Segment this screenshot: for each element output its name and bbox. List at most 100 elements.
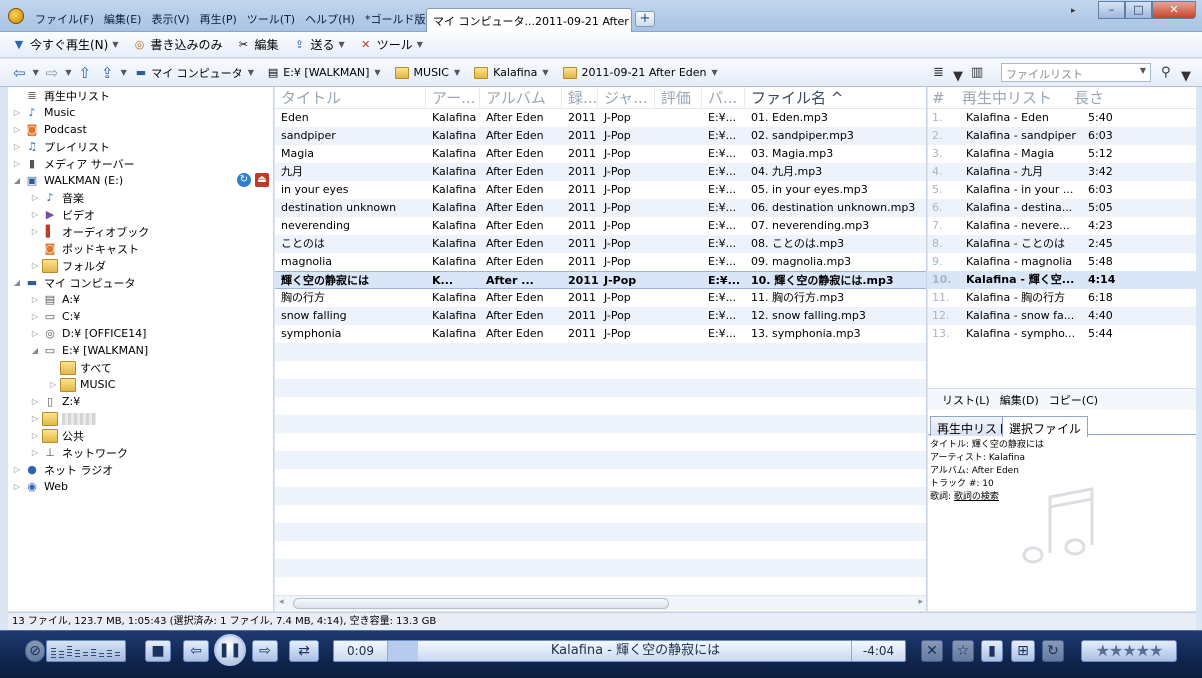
play-now-button[interactable]: ▼ 今すぐ再生(N) ▼ [8, 34, 123, 55]
horizontal-scrollbar[interactable]: ◂ ▸ [275, 595, 926, 610]
expand-toggle-icon[interactable]: ▷ [12, 482, 22, 491]
expand-toggle-icon[interactable]: ▷ [12, 159, 22, 168]
table-row[interactable]: in your eyes Kalafina After Eden 2011 J-Pop E… [275, 181, 926, 199]
minimize-button[interactable]: – [1098, 1, 1125, 19]
expand-toggle-icon[interactable]: ▷ [30, 329, 40, 338]
tree-item[interactable]: ▷ ▶ ビデオ [8, 206, 273, 223]
now-playing-item[interactable]: 3. Kalafina - Magia 5:12 [928, 145, 1196, 163]
column-header[interactable]: ファイル名 ^ [745, 87, 926, 109]
tree-item[interactable]: ▷ ◙ Podcast [8, 121, 273, 138]
chevron-down-icon[interactable]: ▼ [121, 68, 127, 77]
column-now-playing[interactable]: 再生中リスト [958, 87, 1052, 109]
tree-item[interactable]: ◙ ポッドキャスト [8, 240, 273, 257]
expand-toggle-icon[interactable]: ▷ [30, 414, 40, 423]
sync-icon[interactable]: ↻ [237, 173, 251, 187]
expand-toggle-icon[interactable]: ▷ [30, 448, 40, 457]
tree-item[interactable]: ▷ ▮ メディア サーバー [8, 155, 273, 172]
breadcrumb-kalafina[interactable]: Kalafina ▼ [469, 64, 553, 81]
scroll-right-icon[interactable]: ▸ [918, 597, 923, 607]
column-header[interactable]: アー... [426, 87, 480, 109]
table-row[interactable]: 輝く空の静寂には K... After ... 2011 J-Pop E:¥... 10. … [275, 271, 926, 289]
now-playing-item[interactable]: 4. Kalafina - 九月 3:42 [928, 163, 1196, 181]
panes-view-icon[interactable]: ▥ [971, 65, 983, 80]
tree-item[interactable]: ▷ ▭ C:¥ [8, 308, 273, 325]
now-playing-item[interactable]: 2. Kalafina - sandpiper 6:03 [928, 127, 1196, 145]
tree-item[interactable]: ▷ ⊥ ネットワーク [8, 444, 273, 461]
expand-toggle-icon[interactable]: ▷ [30, 431, 40, 440]
edit-menu[interactable]: 編集(D) [1000, 392, 1039, 408]
stop-button[interactable]: ■ [145, 640, 171, 662]
chevron-down-icon[interactable]: ▼ [1181, 69, 1191, 84]
now-playing-item[interactable]: 11. Kalafina - 胸の行方 6:18 [928, 289, 1196, 307]
tree-item[interactable]: ▷ ♪ 音楽 [8, 189, 273, 206]
expand-toggle-icon[interactable]: ▷ [12, 465, 22, 474]
expand-toggle-icon[interactable]: ▷ [30, 210, 40, 219]
table-row[interactable]: Eden Kalafina After Eden 2011 J-Pop E:¥... 01.… [275, 109, 926, 127]
tree-item[interactable]: すべて [8, 359, 273, 376]
breadcrumb-album[interactable]: 2011-09-21 After Eden ▼ [558, 64, 723, 81]
expand-toggle-icon[interactable]: ▷ [48, 380, 58, 389]
tree-item[interactable]: ◢ ▣ WALKMAN (E:) ↻ ⏏ [8, 172, 273, 189]
now-playing-item[interactable]: 12. Kalafina - snow fa... 4:40 [928, 307, 1196, 325]
forward-arrow-icon[interactable]: ⇨ [43, 64, 62, 82]
scroll-thumb[interactable] [293, 598, 669, 609]
app-logo-icon[interactable] [8, 8, 24, 24]
expand-toggle-icon[interactable]: ▷ [30, 295, 40, 304]
next-button[interactable]: ⇨ [252, 640, 278, 662]
burn-button[interactable]: ◎ 書き込みのみ [129, 34, 227, 55]
rating-stars[interactable]: ★★★★★ [1081, 640, 1177, 662]
tree-item[interactable]: ▷ フォルダ [8, 257, 273, 274]
now-playing-item[interactable]: 1. Kalafina - Eden 5:40 [928, 109, 1196, 127]
menu-tools[interactable]: ツール(T) [242, 9, 300, 29]
mini-player-icon[interactable]: ⊞ [1011, 640, 1035, 662]
mute-button[interactable]: ⊘ [25, 640, 45, 662]
bar-chart-icon[interactable]: ▮ [981, 640, 1003, 662]
up-level-icon[interactable]: ⇪ [98, 64, 117, 82]
copy-menu[interactable]: コピー(C) [1049, 392, 1098, 408]
shuffle-off-icon[interactable]: ✕ [921, 640, 943, 662]
add-tab-button[interactable]: + [635, 11, 655, 27]
now-playing-item[interactable]: 5. Kalafina - in your ... 6:03 [928, 181, 1196, 199]
tree-item[interactable]: ▷ ◎ D:¥ [OFFICE14] [8, 325, 273, 342]
tree-item[interactable]: ◢ ▭ E:¥ [WALKMAN] [8, 342, 273, 359]
menu-help[interactable]: ヘルプ(H) [300, 9, 360, 29]
scroll-left-icon[interactable]: ◂ [279, 597, 284, 607]
column-header[interactable]: 評価 [655, 87, 702, 109]
expand-toggle-icon[interactable]: ▷ [30, 227, 40, 236]
table-row[interactable]: ことのは Kalafina After Eden 2011 J-Pop E:¥... 08.… [275, 235, 926, 253]
column-header[interactable]: アルバム [480, 87, 562, 109]
list-menu[interactable]: リスト(L) [942, 392, 990, 408]
eject-icon[interactable]: ⏏ [255, 173, 269, 187]
lyrics-search-link[interactable]: 歌詞の検索 [954, 492, 999, 502]
favorite-star-icon[interactable]: ☆ [952, 640, 974, 662]
now-playing-item[interactable]: 7. Kalafina - nevere... 4:23 [928, 217, 1196, 235]
maximize-button[interactable]: □ [1125, 1, 1152, 19]
back-arrow-icon[interactable]: ⇦ [10, 64, 29, 82]
tree-item[interactable]: ◢ ▬ マイ コンピュータ [8, 274, 273, 291]
table-row[interactable]: snow falling Kalafina After Eden 2011 J-Pop E… [275, 307, 926, 325]
menu-file[interactable]: ファイル(F) [30, 9, 99, 29]
tree-item[interactable]: ▷ ♫ プレイリスト [8, 138, 273, 155]
expand-toggle-icon[interactable]: ▷ [30, 312, 40, 321]
breadcrumb-my-computer[interactable]: ▬ マイ コンピュータ ▼ [131, 63, 259, 83]
now-playing-item[interactable]: 6. Kalafina - destina... 5:05 [928, 199, 1196, 217]
send-button[interactable]: ⇪ 送る ▼ [289, 34, 349, 55]
tree-item[interactable]: ≣ 再生中リスト [8, 87, 273, 104]
column-header[interactable]: パ... [702, 87, 745, 109]
refresh-icon[interactable]: ↻ [1042, 640, 1064, 662]
expand-toggle-icon[interactable]: ▷ [12, 142, 22, 151]
tab-current-folder[interactable]: マイ コンピュータ...2011-09-21 After Eden [426, 8, 632, 32]
table-row[interactable]: magnolia Kalafina After Eden 2011 J-Pop E:¥..… [275, 253, 926, 271]
tools-button[interactable]: ✕ ツール ▼ [355, 34, 427, 55]
table-row[interactable]: sandpiper Kalafina After Eden 2011 J-Pop E:¥.… [275, 127, 926, 145]
table-row[interactable]: neverending Kalafina After Eden 2011 J-Pop E:… [275, 217, 926, 235]
table-row[interactable]: symphonia Kalafina After Eden 2011 J-Pop E:¥.… [275, 325, 926, 343]
tree-item[interactable]: ▷ [8, 410, 273, 427]
tree-item[interactable]: ▷ 公共 [8, 427, 273, 444]
tree-item[interactable]: ▷ ▌ オーディオブック [8, 223, 273, 240]
close-button[interactable]: ✕ [1152, 1, 1196, 19]
expand-toggle-icon[interactable]: ◢ [12, 176, 22, 185]
pause-button[interactable]: ❚❚ [214, 634, 246, 666]
remaining-time[interactable]: -4:04 [851, 641, 905, 661]
expand-toggle-icon[interactable]: ▷ [12, 125, 22, 134]
